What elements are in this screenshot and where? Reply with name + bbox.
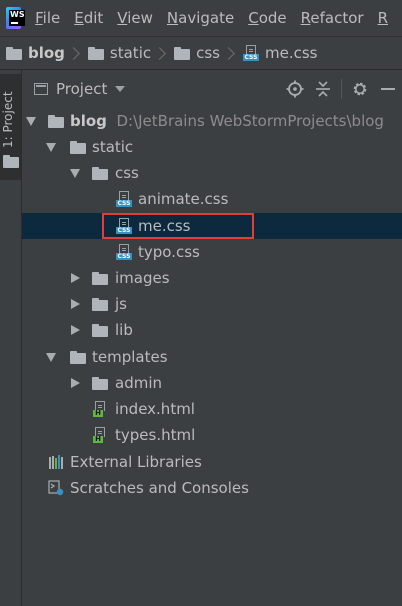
css-file-icon: CSS bbox=[116, 191, 132, 207]
folder-icon bbox=[3, 152, 19, 170]
menu-file[interactable]: File bbox=[35, 9, 60, 27]
folder-icon bbox=[48, 114, 64, 128]
tree-node-label: admin bbox=[115, 374, 162, 392]
chevron-right-icon bbox=[153, 46, 166, 60]
chevron-right-icon bbox=[67, 46, 80, 60]
project-panel-header: Project bbox=[22, 70, 402, 108]
tool-window-tab-label: 1: Project bbox=[1, 91, 15, 148]
folder-icon bbox=[92, 376, 108, 390]
project-view-selector[interactable]: Project bbox=[56, 80, 107, 98]
tree-node-scratches[interactable]: Scratches and Consoles bbox=[22, 475, 402, 501]
folder-icon bbox=[174, 46, 191, 60]
breadcrumb-label: css bbox=[196, 44, 220, 62]
tree-node-label: animate.css bbox=[138, 190, 229, 208]
settings-gear-icon[interactable] bbox=[346, 75, 374, 103]
tree-node-label: External Libraries bbox=[70, 453, 202, 471]
tree-node-me-css[interactable]: CSS me.css bbox=[22, 213, 402, 239]
tree-node-external-libraries[interactable]: External Libraries bbox=[22, 449, 402, 475]
project-tree: blog D:\JetBrains WebStormProjects\blog … bbox=[22, 108, 402, 606]
breadcrumb: blog static css CSS me.css bbox=[0, 36, 402, 70]
css-file-icon: CSS bbox=[116, 244, 132, 260]
webstorm-logo-icon: WS bbox=[6, 7, 25, 29]
tree-node-label: me.css bbox=[138, 217, 191, 235]
expand-arrow-icon[interactable] bbox=[70, 168, 80, 178]
breadcrumb-label: me.css bbox=[265, 44, 318, 62]
css-file-icon: CSS bbox=[116, 218, 132, 234]
tree-node-label: blog D:\JetBrains WebStormProjects\blog bbox=[70, 112, 384, 130]
expand-arrow-icon[interactable] bbox=[46, 352, 56, 362]
html-file-icon: H bbox=[92, 401, 108, 417]
locate-icon[interactable] bbox=[281, 75, 309, 103]
tree-node-lib[interactable]: lib bbox=[22, 317, 402, 343]
folder-icon bbox=[70, 350, 86, 364]
folder-icon bbox=[92, 271, 108, 285]
chevron-right-icon bbox=[222, 46, 235, 60]
collapse-arrow-icon[interactable] bbox=[70, 299, 80, 309]
tree-node-admin[interactable]: admin bbox=[22, 370, 402, 396]
menu-code[interactable]: Code bbox=[248, 9, 286, 27]
tree-node-animate-css[interactable]: CSS animate.css bbox=[22, 186, 402, 212]
tree-node-label: lib bbox=[115, 321, 133, 339]
project-path: D:\JetBrains WebStormProjects\blog bbox=[116, 112, 384, 130]
tool-window-tab-project[interactable]: 1: Project bbox=[0, 74, 21, 180]
menu-navigate[interactable]: Navigate bbox=[167, 9, 234, 27]
html-file-icon: H bbox=[92, 427, 108, 443]
breadcrumb-static[interactable]: static bbox=[87, 44, 152, 62]
folder-icon bbox=[92, 166, 108, 180]
scratches-icon bbox=[48, 480, 64, 496]
folder-icon bbox=[92, 297, 108, 311]
breadcrumb-blog[interactable]: blog bbox=[6, 44, 65, 62]
tree-node-js[interactable]: js bbox=[22, 291, 402, 317]
folder-icon bbox=[70, 140, 86, 154]
tree-node-typo-css[interactable]: CSS typo.css bbox=[22, 239, 402, 265]
tree-node-label: types.html bbox=[115, 426, 196, 444]
libraries-icon bbox=[48, 454, 64, 470]
project-view-icon bbox=[34, 83, 48, 95]
tree-node-label: Scratches and Consoles bbox=[70, 479, 249, 497]
toolbar-divider bbox=[341, 79, 342, 99]
collapse-arrow-icon[interactable] bbox=[70, 273, 80, 283]
tree-node-label: images bbox=[115, 269, 170, 287]
breadcrumb-label: blog bbox=[28, 44, 65, 62]
tree-node-label: css bbox=[115, 164, 139, 182]
tree-node-types-html[interactable]: H types.html bbox=[22, 422, 402, 448]
css-file-icon: CSS bbox=[243, 45, 259, 61]
expand-arrow-icon[interactable] bbox=[26, 116, 36, 126]
tree-node-label: js bbox=[115, 295, 127, 313]
tool-window-strip: 1: Project bbox=[0, 70, 22, 606]
collapse-arrow-icon[interactable] bbox=[70, 378, 80, 388]
menu-view[interactable]: View bbox=[117, 9, 153, 27]
chevron-down-icon[interactable] bbox=[115, 86, 126, 92]
tree-node-static[interactable]: static bbox=[22, 134, 402, 160]
breadcrumb-css[interactable]: css bbox=[174, 44, 220, 62]
menu-bar: WS File Edit View Navigate Code Refactor… bbox=[0, 0, 402, 36]
tree-node-blog[interactable]: blog D:\JetBrains WebStormProjects\blog bbox=[22, 108, 402, 134]
menu-refactor[interactable]: Refactor bbox=[301, 9, 364, 27]
tree-node-images[interactable]: images bbox=[22, 265, 402, 291]
collapse-all-icon[interactable] bbox=[309, 75, 337, 103]
tree-node-templates[interactable]: templates bbox=[22, 344, 402, 370]
expand-arrow-icon[interactable] bbox=[46, 142, 56, 152]
tree-node-label: index.html bbox=[115, 400, 195, 418]
menu-edit[interactable]: Edit bbox=[74, 9, 103, 27]
tree-node-label: static bbox=[92, 138, 134, 156]
tree-node-css[interactable]: css bbox=[22, 160, 402, 186]
tree-node-index-html[interactable]: H index.html bbox=[22, 396, 402, 422]
tree-node-label: typo.css bbox=[138, 243, 200, 261]
menu-run-truncated[interactable]: R bbox=[378, 9, 388, 27]
collapse-arrow-icon[interactable] bbox=[70, 325, 80, 335]
breadcrumb-me-css[interactable]: CSS me.css bbox=[243, 44, 318, 62]
minimize-icon[interactable] bbox=[374, 75, 402, 103]
folder-icon bbox=[87, 46, 104, 60]
breadcrumb-label: static bbox=[109, 44, 152, 62]
folder-icon bbox=[6, 46, 22, 60]
folder-icon bbox=[92, 323, 108, 337]
tree-node-label: templates bbox=[92, 348, 168, 366]
